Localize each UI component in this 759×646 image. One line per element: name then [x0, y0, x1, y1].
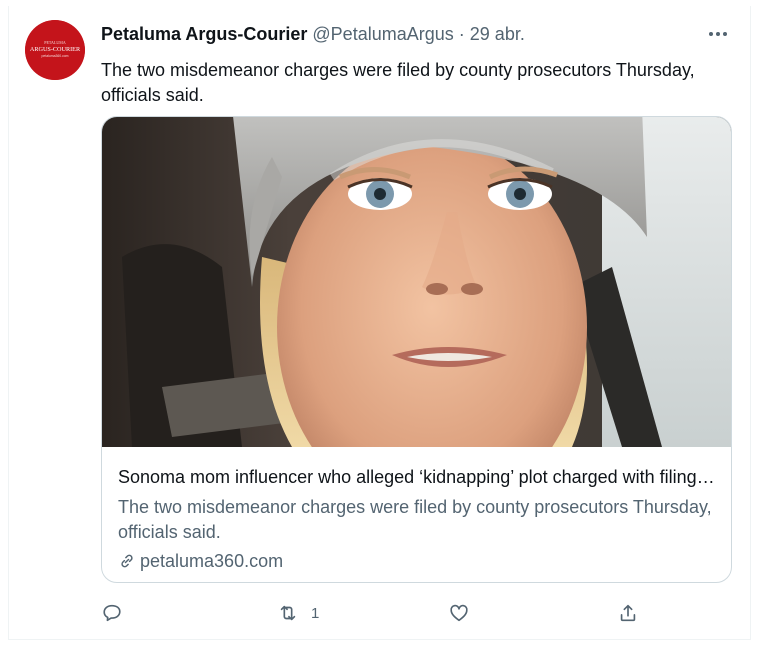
handle[interactable]: @PetalumaArgus — [312, 24, 453, 44]
link-icon — [121, 554, 133, 568]
avatar-logo: PETALUMA ARGUS-COURIER petaluma360.com — [25, 20, 85, 80]
tweet-date[interactable]: 29 abr. — [470, 24, 525, 44]
avatar-line3: petaluma360.com — [42, 54, 69, 58]
retweet-button[interactable]: 1 — [277, 598, 319, 628]
card-image[interactable] — [102, 117, 732, 447]
retweet-count: 1 — [311, 604, 320, 622]
card-domain-text: petaluma360.com — [140, 551, 284, 571]
card-domain: petaluma360.com — [118, 549, 715, 573]
like-button[interactable] — [448, 598, 482, 628]
tweet[interactable]: PETALUMA ARGUS-COURIER petaluma360.com P… — [8, 6, 751, 640]
reply-icon — [103, 604, 121, 622]
card-description: The two misdemeanor charges were filed b… — [118, 497, 712, 542]
action-bar: 1 — [101, 598, 641, 628]
separator-dot: · — [458, 24, 465, 44]
more-icon[interactable] — [706, 22, 730, 46]
display-name[interactable]: Petaluma Argus-Courier — [101, 24, 307, 44]
card-body[interactable]: Sonoma mom influencer who alleged ‘kidna… — [118, 465, 715, 573]
share-button[interactable] — [617, 598, 651, 628]
tweet-text: The two misdemeanor charges were filed b… — [101, 60, 695, 105]
reply-button[interactable] — [101, 598, 135, 628]
retweet-icon — [280, 605, 296, 621]
link-card[interactable]: Sonoma mom influencer who alleged ‘kidna… — [101, 116, 732, 583]
avatar-line2: ARGUS-COURIER — [30, 46, 81, 53]
like-icon — [450, 604, 468, 622]
tweet-header: Petaluma Argus-Courier @PetalumaArgus · … — [101, 24, 730, 48]
avatar[interactable]: PETALUMA ARGUS-COURIER petaluma360.com — [25, 20, 85, 80]
share-icon — [620, 604, 636, 622]
avatar-line1: PETALUMA — [44, 40, 66, 45]
card-title[interactable]: Sonoma mom influencer who alleged ‘kidna… — [118, 465, 715, 489]
